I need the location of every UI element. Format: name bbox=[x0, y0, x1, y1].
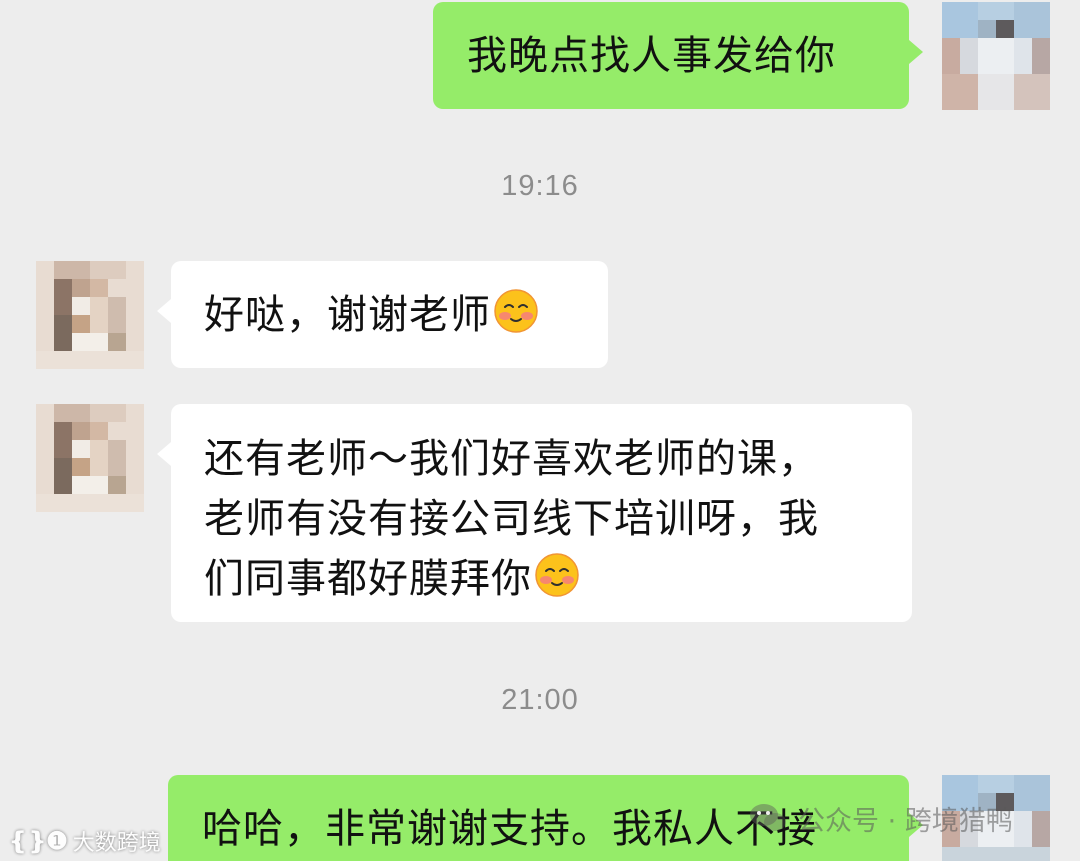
bubble-tail bbox=[157, 299, 171, 323]
chat-window: 我晚点找人事发给你 19:16 好哒，谢谢老师 还有老师～我们好喜欢老师的课， … bbox=[0, 0, 1080, 861]
chat-timestamp: 19:16 bbox=[501, 170, 579, 202]
watermark-text: 公众号 · 跨境猎鸭 bbox=[798, 805, 1013, 837]
outgoing-message-bubble[interactable]: 我晚点找人事发给你 bbox=[433, 2, 923, 109]
brand-logo-icon: ❴❵❶ bbox=[8, 827, 68, 855]
account-watermark: 公众号 · 跨境猎鸭 bbox=[748, 796, 1013, 840]
smiling-face-with-blush-icon bbox=[534, 552, 580, 598]
watermark-text: 大数跨境 bbox=[72, 831, 161, 856]
message-text-content: 好哒，谢谢老师 bbox=[204, 292, 491, 338]
contact-avatar[interactable] bbox=[36, 261, 144, 369]
message-text: 我晚点找人事发给你 bbox=[467, 33, 836, 79]
bubble-tail bbox=[157, 442, 171, 466]
message-text-line: 老师有没有接公司线下培训呀，我 bbox=[204, 496, 819, 542]
contact-avatar[interactable] bbox=[36, 404, 144, 512]
message-text-line: 还有老师～我们好喜欢老师的课， bbox=[204, 436, 819, 482]
incoming-message-bubble[interactable]: 好哒，谢谢老师 bbox=[157, 261, 608, 368]
bubble-tail bbox=[909, 40, 923, 64]
message-text-content: 们同事都好膜拜你 bbox=[204, 556, 532, 602]
message-text: 好哒，谢谢老师 bbox=[204, 285, 608, 345]
my-avatar[interactable] bbox=[942, 2, 1050, 110]
message-text-line: 们同事都好膜拜你 bbox=[204, 549, 912, 609]
brand-watermark: ❴❵❶ 大数跨境 bbox=[8, 824, 161, 858]
smiling-face-with-blush-icon bbox=[493, 288, 539, 334]
chat-timestamp: 21:00 bbox=[501, 684, 579, 716]
incoming-message-bubble[interactable]: 还有老师～我们好喜欢老师的课， 老师有没有接公司线下培训呀，我 们同事都好膜拜你 bbox=[157, 404, 912, 622]
wechat-icon bbox=[748, 801, 788, 835]
